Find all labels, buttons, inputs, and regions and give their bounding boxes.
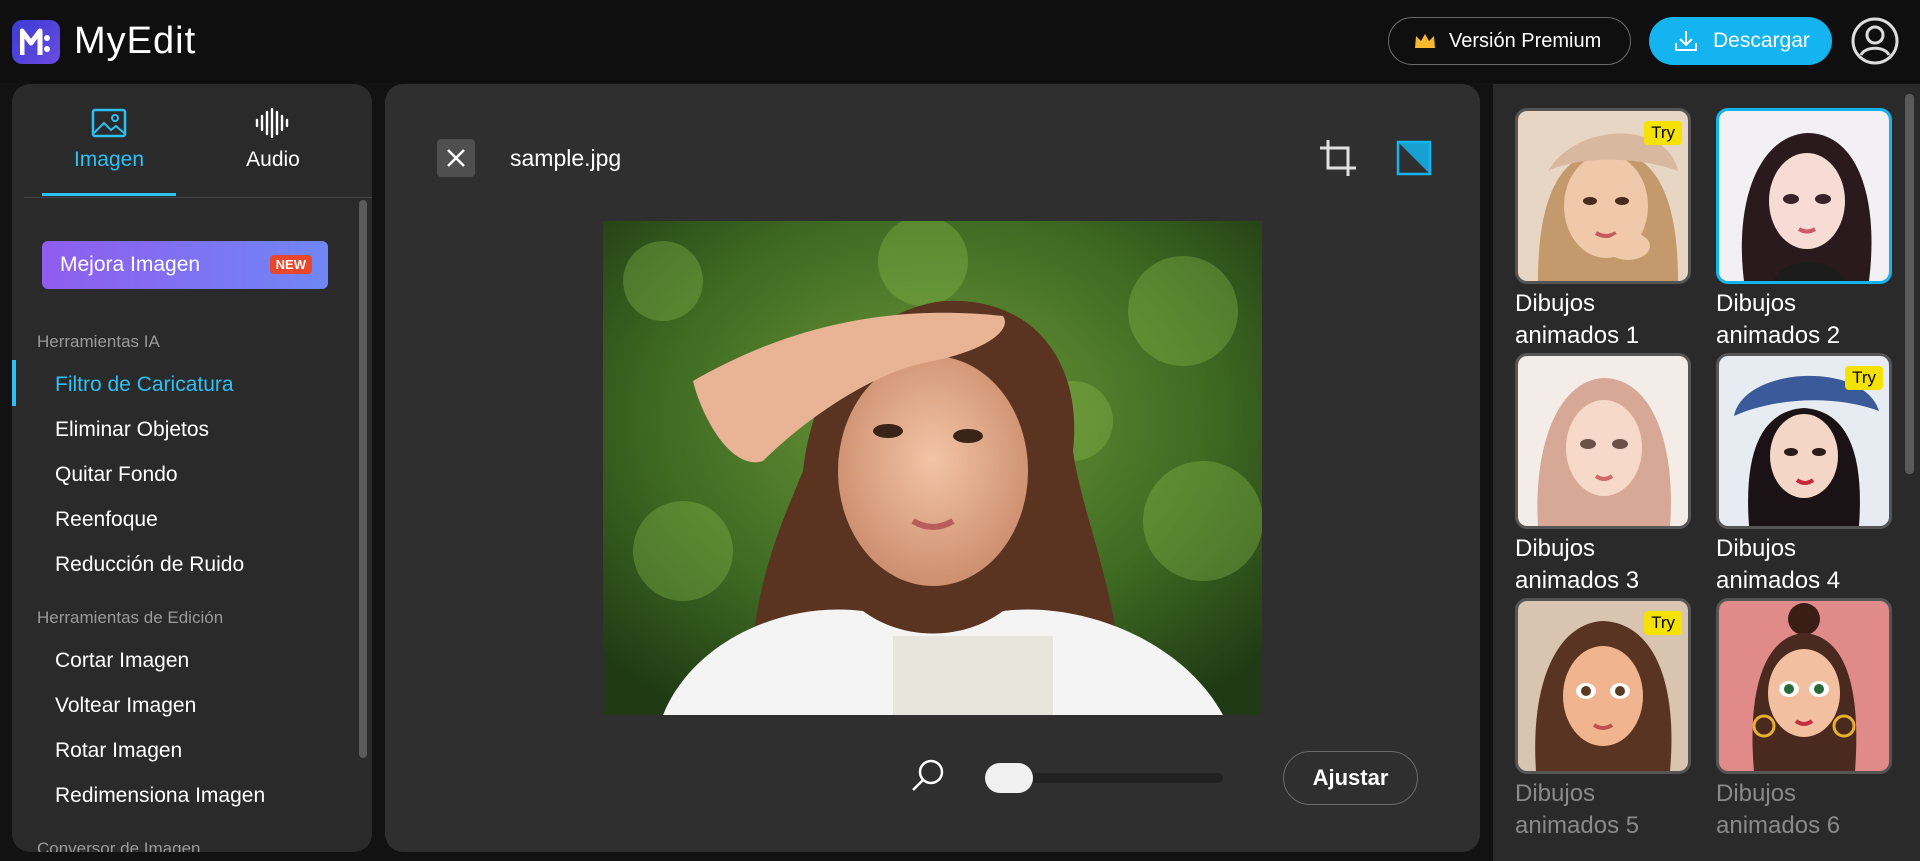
- menu-item-voltear-imagen[interactable]: Voltear Imagen: [55, 694, 196, 718]
- style-thumbnail[interactable]: [1716, 108, 1892, 284]
- crown-icon: [1415, 34, 1435, 48]
- zoom-slider-handle[interactable]: [985, 763, 1033, 793]
- ajustar-button[interactable]: Ajustar: [1283, 751, 1418, 805]
- style-card-3[interactable]: Dibujos animados 3: [1515, 353, 1691, 597]
- tab-audio-label: Audio: [246, 148, 300, 171]
- section-title-edicion: Herramientas de Edición: [37, 608, 224, 627]
- section-title-ia: Herramientas IA: [37, 332, 160, 351]
- style-label: Dibujos animados 5: [1515, 780, 1640, 839]
- style-card-4[interactable]: Try Dibujos animados 4: [1716, 353, 1892, 597]
- zoom-icon[interactable]: [910, 757, 946, 793]
- style-thumbnail[interactable]: [1716, 598, 1892, 774]
- style-thumbnail[interactable]: Try: [1515, 108, 1691, 284]
- active-tab-indicator: [42, 193, 176, 196]
- style-thumbnail[interactable]: [1515, 353, 1691, 529]
- new-badge: NEW: [269, 255, 312, 274]
- style-panel: Try Dibujos animados 1 Dibujos animados …: [1493, 84, 1920, 861]
- left-scrollbar[interactable]: [359, 200, 367, 758]
- app-name[interactable]: MyEdit: [74, 20, 196, 63]
- tab-divider: [24, 197, 372, 198]
- premium-button[interactable]: Versión Premium: [1388, 17, 1631, 65]
- premium-label: Versión Premium: [1449, 29, 1602, 52]
- style-label: Dibujos animados 2: [1716, 290, 1841, 349]
- editor-canvas-panel: sample.jpg Ajustar: [385, 84, 1480, 852]
- style-card-2[interactable]: Dibujos animados 2: [1716, 108, 1892, 352]
- menu-item-redimensiona-imagen[interactable]: Redimensiona Imagen: [55, 784, 265, 808]
- image-icon: [91, 108, 127, 138]
- active-item-indicator: [12, 360, 16, 406]
- style-label: Dibujos animados 1: [1515, 290, 1640, 349]
- menu-item-rotar-imagen[interactable]: Rotar Imagen: [55, 739, 182, 763]
- mejora-imagen-label: Mejora Imagen: [60, 253, 201, 276]
- uploaded-photo: [603, 221, 1262, 715]
- try-badge: Try: [1644, 611, 1682, 635]
- try-badge: Try: [1644, 121, 1682, 145]
- menu-item-reduccion-ruido[interactable]: Reducción de Ruido: [55, 553, 244, 577]
- download-icon: [1675, 31, 1697, 51]
- style-label: Dibujos animados 3: [1515, 535, 1640, 594]
- close-icon: [447, 149, 465, 167]
- try-badge: Try: [1845, 366, 1883, 390]
- menu-item-cortar-imagen[interactable]: Cortar Imagen: [55, 649, 189, 673]
- style-thumbnail[interactable]: Try: [1716, 353, 1892, 529]
- tab-audio[interactable]: Audio: [206, 108, 340, 198]
- right-scrollbar[interactable]: [1905, 94, 1914, 474]
- style-label: Dibujos animados 4: [1716, 535, 1841, 594]
- menu-item-quitar-fondo[interactable]: Quitar Fondo: [55, 463, 178, 487]
- myedit-logo-icon[interactable]: [12, 20, 60, 64]
- crop-icon[interactable]: [1318, 138, 1358, 178]
- left-sidebar: Imagen Audio Mejora Imagen NEW Herramien…: [12, 84, 372, 852]
- style-card-1[interactable]: Try Dibujos animados 1: [1515, 108, 1691, 352]
- style-card-5[interactable]: Try Dibujos animados 5: [1515, 598, 1691, 842]
- user-account-icon[interactable]: [1850, 16, 1900, 66]
- file-name: sample.jpg: [510, 145, 622, 171]
- tab-imagen[interactable]: Imagen: [42, 108, 176, 198]
- style-label: Dibujos animados 6: [1716, 780, 1841, 839]
- mejora-imagen-button[interactable]: Mejora Imagen NEW: [42, 241, 328, 289]
- close-button[interactable]: [437, 139, 475, 177]
- audio-wave-icon: [255, 108, 289, 138]
- download-button[interactable]: Descargar: [1649, 17, 1832, 65]
- style-card-6[interactable]: Dibujos animados 6: [1716, 598, 1892, 842]
- compare-icon[interactable]: [1394, 138, 1434, 178]
- section-title-conversor: Conversor de Imagen: [37, 839, 201, 852]
- menu-item-eliminar-objetos[interactable]: Eliminar Objetos: [55, 418, 209, 442]
- top-header: MyEdit Versión Premium Descargar: [0, 0, 1920, 83]
- download-label: Descargar: [1713, 29, 1810, 52]
- tab-imagen-label: Imagen: [73, 148, 145, 171]
- menu-item-filtro-caricatura[interactable]: Filtro de Caricatura: [55, 373, 234, 397]
- style-thumbnail[interactable]: Try: [1515, 598, 1691, 774]
- menu-item-reenfoque[interactable]: Reenfoque: [55, 508, 158, 532]
